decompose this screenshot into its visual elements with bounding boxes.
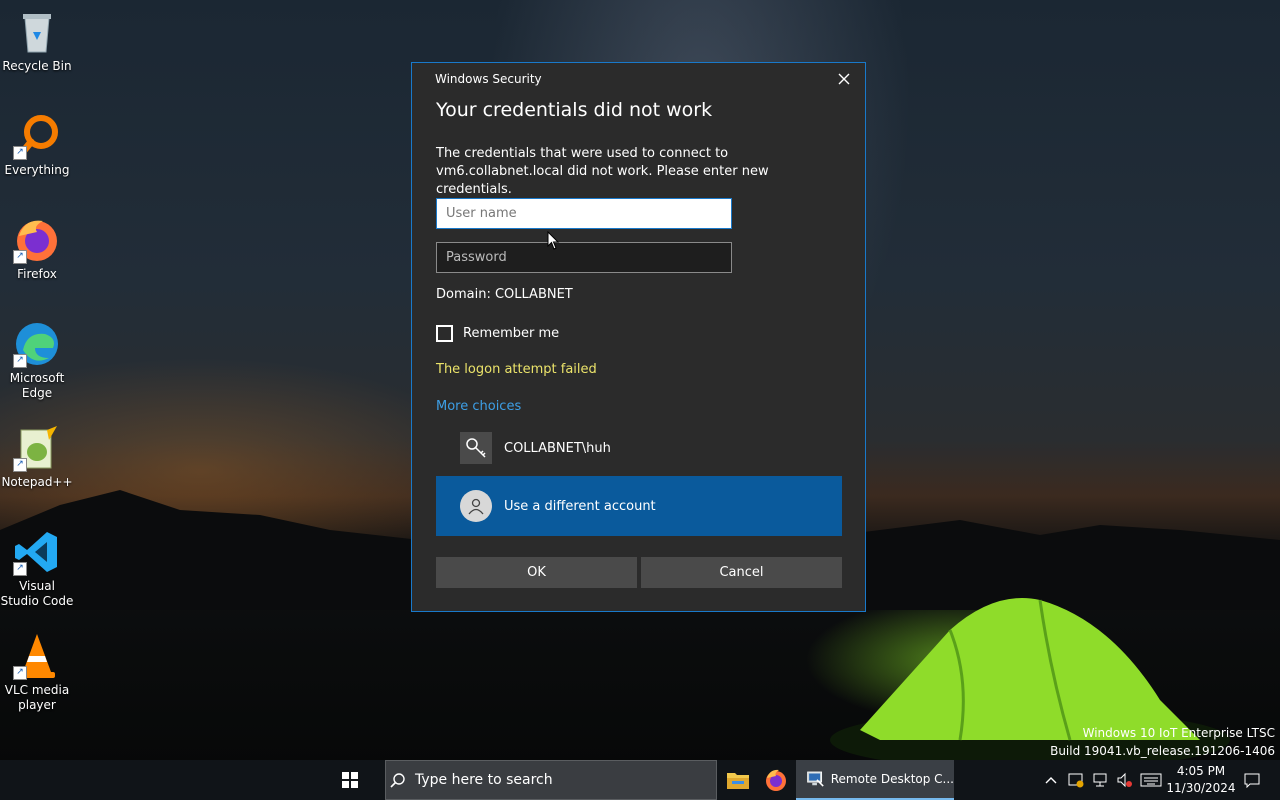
taskbar-firefox[interactable] [756, 760, 796, 800]
notification-icon [1244, 773, 1260, 788]
network-icon [1093, 773, 1107, 787]
volume-tray-button[interactable] [1114, 760, 1134, 800]
action-center-button[interactable] [1240, 760, 1264, 800]
desktop-icon-vlc[interactable]: ↗ VLC media player [0, 632, 74, 713]
username-input[interactable] [436, 198, 732, 229]
password-input[interactable] [436, 242, 732, 273]
desktop-icon-label: Recycle Bin [2, 59, 72, 73]
shortcut-arrow-icon: ↗ [13, 146, 27, 160]
desktop-icon-notepad-plus-plus[interactable]: ↗ Notepad++ [0, 424, 74, 490]
windows-security-dialog: Windows Security Your credentials did no… [411, 62, 866, 612]
different-account-label: Use a different account [504, 498, 656, 514]
clock-date: 11/30/2024 [1166, 781, 1236, 795]
os-build-watermark: Build 19041.vb_release.191206-1406 [1050, 744, 1275, 758]
shortcut-arrow-icon: ↗ [13, 562, 27, 576]
desktop-icon-recycle-bin[interactable]: Recycle Bin [0, 8, 74, 74]
windows-logo-icon [342, 772, 358, 788]
dialog-message: The credentials that were used to connec… [436, 146, 769, 197]
desktop-icon-label: Everything [4, 163, 70, 177]
keyboard-tray-button[interactable] [1138, 760, 1164, 800]
vlc-icon: ↗ [13, 632, 61, 680]
cancel-button[interactable]: Cancel [641, 557, 842, 588]
keyboard-icon [1140, 773, 1162, 787]
desktop-icon-label: Firefox [17, 267, 57, 281]
different-account-option[interactable]: Use a different account [436, 476, 842, 536]
mouse-cursor-icon [547, 231, 560, 250]
everything-icon: ↗ [13, 112, 61, 160]
desktop-icon-label: Notepad++ [1, 475, 73, 489]
vscode-icon: ↗ [13, 528, 61, 576]
desktop-icon-edge[interactable]: ↗ Microsoft Edge [0, 320, 74, 401]
search-placeholder: Type here to search [415, 772, 553, 788]
shortcut-arrow-icon: ↗ [13, 250, 27, 264]
edge-icon: ↗ [13, 320, 61, 368]
clock-time: 4:05 PM [1176, 764, 1226, 778]
start-button[interactable] [330, 760, 370, 800]
saved-account-option[interactable]: COLLABNET\huh [436, 429, 842, 467]
shortcut-arrow-icon: ↗ [13, 666, 27, 680]
dialog-caption: Windows Security [435, 72, 542, 86]
key-icon [460, 432, 492, 464]
remote-desktop-label: Remote Desktop C... [830, 772, 954, 786]
network-tray-button[interactable] [1090, 760, 1110, 800]
taskbar: Type here to search Remote Desktop C... … [0, 760, 1280, 800]
ok-button[interactable]: OK [436, 557, 637, 588]
firefox-icon [766, 769, 786, 791]
taskbar-remote-desktop[interactable]: Remote Desktop C... [796, 760, 954, 800]
remember-me-checkbox[interactable]: Remember me [436, 322, 559, 344]
security-tray-button[interactable] [1066, 760, 1086, 800]
domain-label: Domain: COLLABNET [436, 287, 573, 302]
show-hidden-icons-button[interactable] [1042, 760, 1060, 800]
desktop-icon-label: Visual Studio Code [0, 579, 74, 608]
dialog-title: Your credentials did not work [436, 99, 713, 121]
os-edition-watermark: Windows 10 IoT Enterprise LTSC [1082, 726, 1275, 740]
close-button[interactable] [833, 69, 855, 91]
taskbar-search-box[interactable]: Type here to search [385, 760, 717, 800]
user-avatar-icon [460, 490, 492, 522]
remember-me-label: Remember me [463, 325, 560, 341]
desktop-icon-label: VLC media player [4, 683, 70, 712]
saved-account-label: COLLABNET\huh [504, 440, 611, 456]
shortcut-arrow-icon: ↗ [13, 354, 27, 368]
search-icon [390, 773, 405, 788]
desktop-icon-label: Microsoft Edge [9, 371, 65, 400]
desktop-icon-firefox[interactable]: ↗ Firefox [0, 216, 74, 282]
notepad-plus-plus-icon: ↗ [13, 424, 61, 472]
desktop-icon-everything[interactable]: ↗ Everything [0, 112, 74, 178]
error-message: The logon attempt failed [436, 362, 597, 377]
desktop-icon-vscode[interactable]: ↗ Visual Studio Code [0, 528, 74, 609]
more-choices-link[interactable]: More choices [436, 399, 521, 414]
close-icon [838, 73, 850, 85]
shortcut-arrow-icon: ↗ [13, 458, 27, 472]
taskbar-file-explorer[interactable] [718, 760, 758, 800]
remote-desktop-icon [807, 771, 824, 787]
file-explorer-icon [727, 773, 749, 789]
recycle-bin-icon [13, 8, 61, 56]
system-clock[interactable]: 4:05 PM 11/30/2024 [1166, 763, 1236, 797]
volume-muted-icon [1117, 772, 1132, 788]
firefox-icon: ↗ [13, 216, 61, 264]
security-warning-icon [1068, 773, 1084, 788]
chevron-up-icon [1045, 777, 1057, 784]
checkbox-box[interactable] [436, 324, 453, 342]
